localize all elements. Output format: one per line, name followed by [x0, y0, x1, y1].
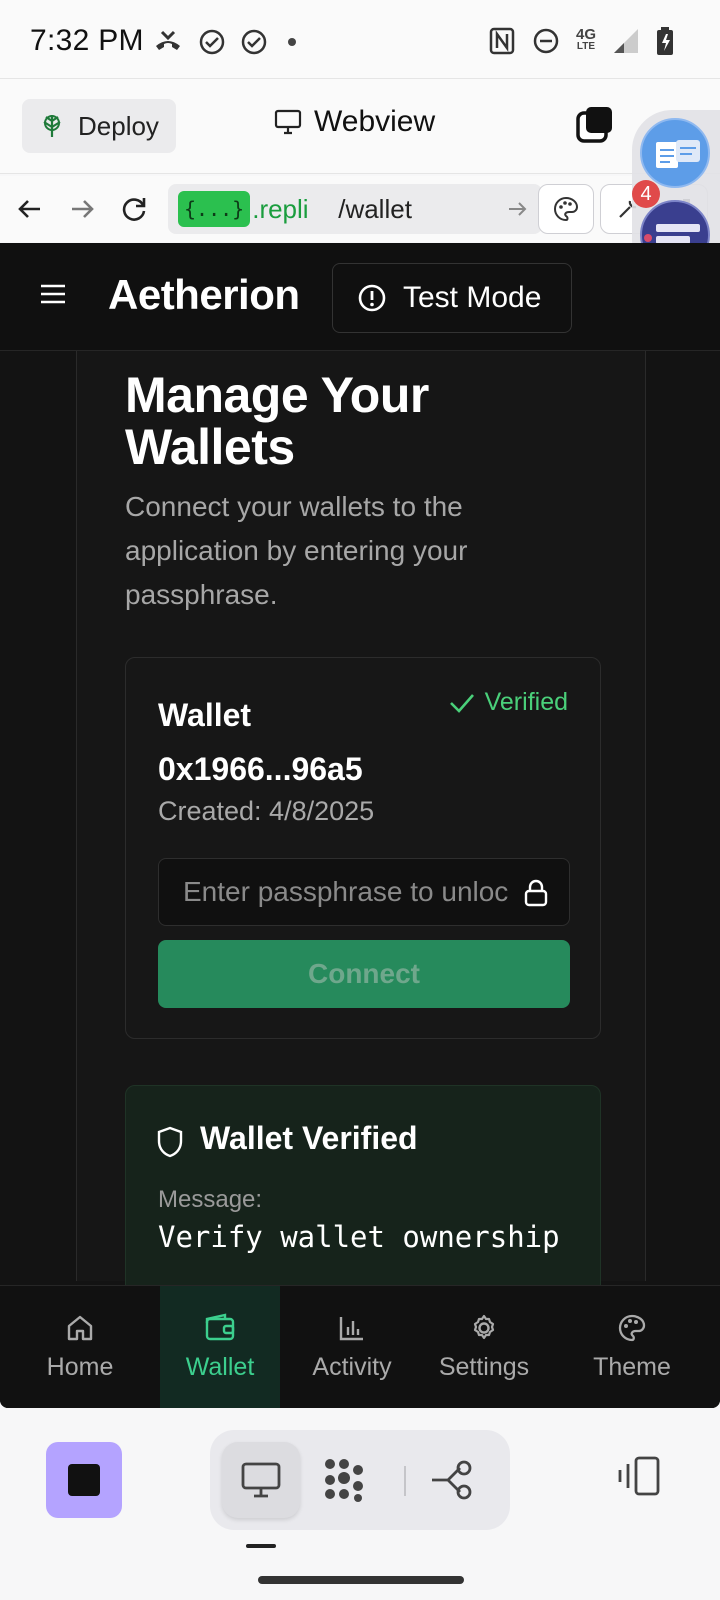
nav-settings-label: Settings [438, 1353, 530, 1381]
back-arrow-icon[interactable] [14, 193, 46, 225]
lock-icon [524, 879, 548, 907]
do-not-disturb-icon [533, 28, 559, 54]
wallet-card: Wallet 0x1966...96a5 Verified Created: 4… [125, 657, 601, 1039]
nav-theme-label: Theme [593, 1353, 671, 1381]
signal-icon [614, 29, 638, 53]
verification-message: Verify wallet ownership [158, 1220, 560, 1254]
reader-bubble[interactable] [640, 118, 710, 188]
battery-icon [657, 27, 673, 55]
wallet-verified-title: Wallet Verified [200, 1120, 418, 1156]
nav-theme[interactable]: Theme [544, 1286, 720, 1408]
nfc-icon [489, 27, 515, 55]
git-branch-icon[interactable] [430, 1458, 476, 1502]
page-title: Manage Your Wallets [125, 367, 429, 475]
network-type: 4G LTE [575, 26, 596, 52]
replit-agent-icon[interactable] [320, 1456, 368, 1504]
status-bar: 7:32 PM 4G LTE [0, 0, 720, 78]
webview-tab[interactable] [222, 1442, 300, 1518]
replit-top-bar: Deploy Webview [0, 78, 720, 174]
deploy-label: Deploy [78, 110, 159, 141]
test-mode-button[interactable]: Test Mode [332, 263, 572, 333]
verified-status: Verified [449, 688, 568, 717]
app-brand: Aetherion [108, 271, 300, 318]
monitor-icon [274, 109, 302, 135]
url-field[interactable]: {...} .repli /wallet [168, 184, 542, 234]
forward-arrow-icon[interactable] [66, 193, 98, 225]
connect-button[interactable]: Connect [158, 940, 570, 1008]
message-label: Message: [158, 1186, 263, 1213]
nav-wallet-label: Wallet [185, 1353, 255, 1381]
check-icon [449, 693, 474, 713]
deploy-button[interactable]: Deploy [22, 99, 176, 153]
status-time: 7:32 PM [30, 24, 144, 57]
go-arrow-icon[interactable] [506, 198, 528, 220]
switcher-divider [404, 1466, 406, 1496]
palette-icon [554, 196, 579, 222]
active-tab-indicator [246, 1544, 276, 1548]
stop-icon [68, 1464, 100, 1496]
wallet-verified-card: Wallet Verified Message: Verify wallet o… [125, 1085, 601, 1315]
status-right-icons: 4G LTE [488, 26, 674, 56]
gear-icon [473, 1314, 495, 1340]
passphrase-field-wrapper [158, 858, 570, 926]
test-mode-label: Test Mode [403, 281, 542, 314]
nav-wallet[interactable]: Wallet [160, 1286, 280, 1408]
page-subtitle: Connect your wallets to the application … [125, 491, 468, 610]
webview-title: Webview [274, 105, 435, 139]
wallet-icon [205, 1313, 235, 1341]
gesture-home-bar[interactable] [258, 1576, 464, 1584]
nav-activity-label: Activity [312, 1353, 392, 1381]
home-icon [67, 1315, 93, 1341]
app-header: Aetherion Test Mode [0, 243, 720, 351]
book-icon [656, 140, 700, 168]
nav-settings[interactable]: Settings [424, 1286, 544, 1408]
replit-bottom-toolbar [0, 1408, 720, 1600]
check-circle-icon [199, 29, 225, 55]
palette-icon [618, 1314, 646, 1342]
hamburger-menu-icon[interactable] [40, 283, 66, 305]
reload-icon[interactable] [118, 193, 150, 225]
url-host: .repli [252, 193, 309, 224]
notification-badge: 4 [632, 180, 660, 208]
verified-label: Verified [484, 688, 568, 716]
stop-button[interactable] [46, 1442, 122, 1518]
passphrase-input[interactable] [159, 859, 509, 925]
url-path: /wallet [338, 193, 412, 224]
wallet-created-date: Created: 4/8/2025 [158, 796, 375, 826]
missed-call-icon [156, 30, 180, 50]
status-left-icons [152, 26, 302, 58]
nav-activity[interactable]: Activity [280, 1286, 424, 1408]
wallet-name: Wallet 0x1966...96a5 [158, 697, 363, 787]
alert-circle-icon [358, 284, 386, 312]
dot-icon [288, 38, 296, 46]
webview-label: Webview [314, 105, 436, 138]
tabs-icon[interactable] [574, 105, 614, 145]
bottom-nav: Home Wallet Activity Settings Theme [0, 1285, 720, 1408]
side-panel-icon[interactable] [616, 1456, 662, 1496]
url-bar: {...} .repli /wallet [0, 176, 720, 242]
nav-home[interactable]: Home [0, 1286, 160, 1408]
shield-icon [157, 1126, 183, 1158]
devtools-palette-button[interactable] [538, 184, 594, 234]
nav-home-label: Home [46, 1353, 114, 1381]
deploy-tree-icon [43, 115, 61, 137]
main-content: Manage Your Wallets Connect your wallets… [76, 351, 646, 1315]
replit-url-badge: {...} [178, 191, 251, 227]
monitor-icon [241, 1462, 281, 1498]
check-circle-icon [241, 29, 267, 55]
bar-chart-icon [339, 1317, 363, 1341]
view-switcher [210, 1430, 510, 1530]
app-webview: Aetherion Test Mode Manage Your Wallets … [0, 243, 720, 1408]
